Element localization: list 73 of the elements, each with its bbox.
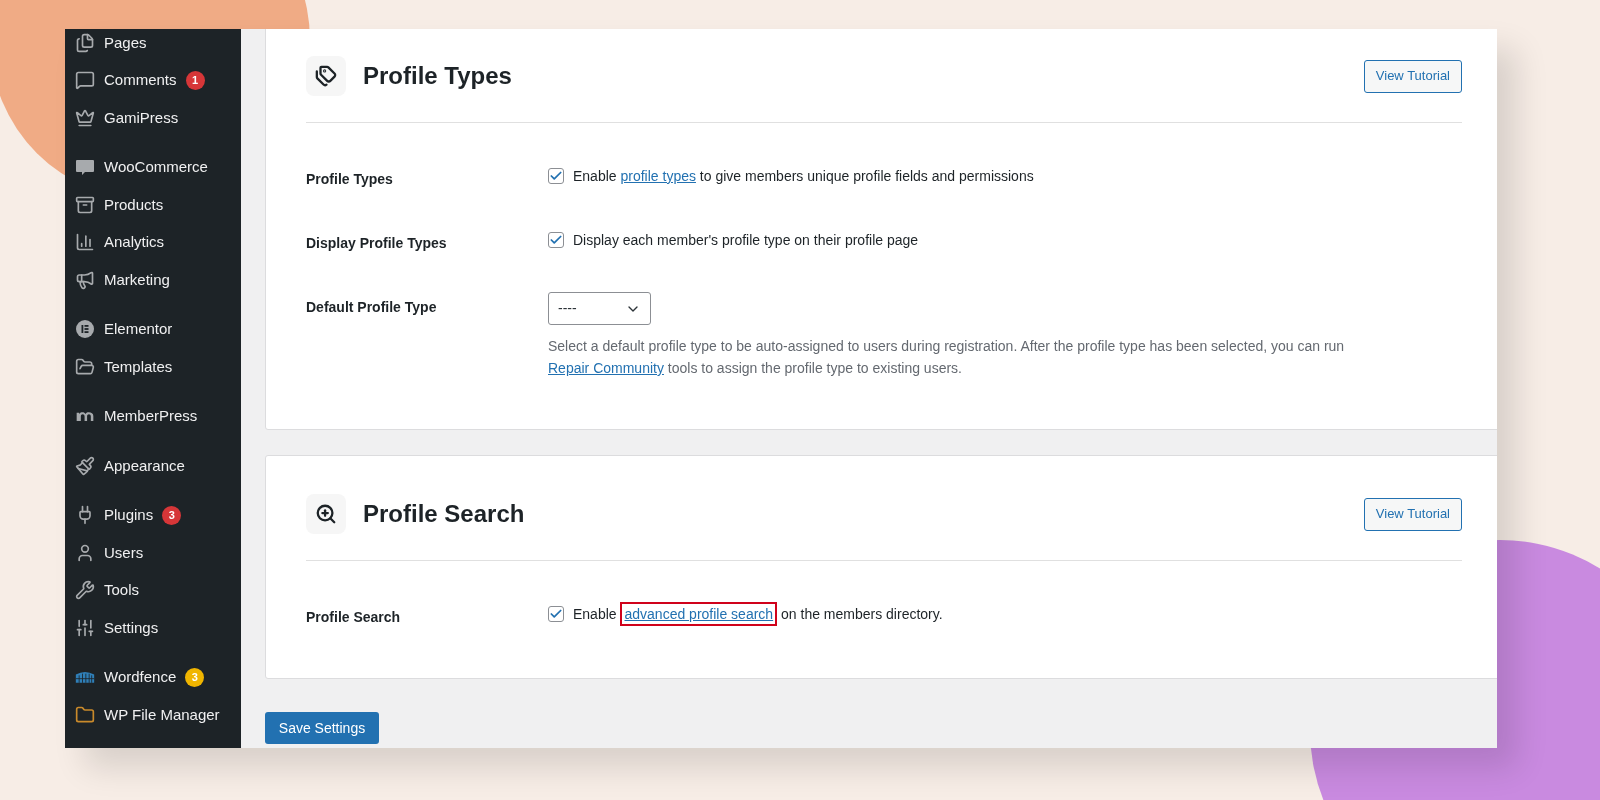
pages-icon [75,32,95,53]
sidebar-label: GamiPress [104,107,179,128]
sidebar-item[interactable]: Analytics [65,223,241,261]
sidebar-item[interactable]: Appearance [65,447,241,485]
sidebar-label: Pages [104,32,147,53]
sidebar-label: Elementor [104,319,173,339]
zoom-in-icon [306,494,346,534]
sidebar-label: Comments [104,70,177,90]
sidebar-item[interactable]: Comments 1 [65,61,241,99]
sidebar-item[interactable]: Products [65,186,241,224]
sidebar-item[interactable]: Pages [65,29,241,62]
sidebar-label: Wordfence [104,667,177,687]
paintbrush-icon [75,455,95,476]
sidebar-label: Products [104,194,164,215]
sliders-icon [75,617,95,638]
setting-label: Default Profile Type [306,298,438,317]
bar-chart-icon [75,232,95,253]
setting-description: Select a default profile type to be auto-assigned to users during registration. After the profile type has been selected, you can run Repair Community tools to assign the profile type to existing users. [548,337,1346,378]
sidebar-label: WooCommerce [104,157,208,177]
open-folder-icon [75,356,95,377]
archive-box-icon [75,194,95,215]
setting-label: Profile Search [306,608,402,627]
sidebar-label: MemberPress [104,406,198,426]
sidebar-item[interactable]: Tools [65,571,241,609]
inline-link[interactable]: profile types [620,167,696,184]
inline-link[interactable]: advanced profile search [620,602,778,626]
sidebar-item[interactable]: Marketing [65,261,241,299]
sidebar-label: Marketing [104,269,170,290]
wrench-icon [75,580,95,601]
sidebar-label: Plugins [104,505,154,525]
folder-icon [75,704,95,725]
speech-bubble-icon [75,70,95,91]
circle-logo-icon [75,319,95,340]
setting-description: Enable profile types to give members unique profile fields and permissions [573,166,1034,186]
sidebar-item[interactable]: Users [65,534,241,572]
checkbox[interactable] [548,232,564,248]
sidebar-item[interactable]: Wordfence 3 [65,658,241,696]
sidebar-item[interactable]: Plugins 3 [65,496,241,534]
user-icon [75,542,95,563]
sidebar-item[interactable]: Templates [65,348,241,386]
megaphone-icon [75,269,95,290]
sidebar-item[interactable]: Settings [65,609,241,647]
inline-link[interactable]: Repair Community [548,360,664,376]
setting-label: Display Profile Types [306,234,448,253]
sidebar-item[interactable]: GamiPress [65,99,241,137]
sidebar-item[interactable]: Elementor [65,310,241,348]
section-title: Profile Types [363,61,512,91]
sidebar-item[interactable]: WP File Manager [65,696,241,734]
sidebar-label: Analytics [104,232,165,252]
sidebar-label: Appearance [104,455,185,476]
count-badge: 1 [185,70,205,90]
sidebar-label: WP File Manager [104,704,220,725]
checkbox[interactable] [548,606,564,622]
setting-description: Display each member's profile type on their profile page [573,230,919,250]
checkbox[interactable] [548,168,564,184]
view-tutorial-button[interactable]: View Tutorial [1363,59,1462,93]
count-badge: 3 [162,505,182,525]
sidebar-label: Settings [104,617,159,638]
crown-icon [75,107,95,128]
sidebar-label: Tools [104,580,140,600]
count-badge: 3 [185,667,205,687]
speech-bubble-icon [75,157,95,178]
section-title: Profile Search [363,499,525,529]
view-tutorial-button[interactable]: View Tutorial [1363,497,1462,531]
setting-label: Profile Types [306,170,394,189]
setting-description: Enable advanced profile search on the members directory. [573,602,943,626]
sidebar-item[interactable]: WooCommerce [65,148,241,186]
dropdown-select[interactable]: ---- [548,292,651,325]
save-settings-button[interactable]: Save Settings [265,712,379,744]
sidebar-item[interactable]: MemberPress [65,397,241,435]
sidebar-label: Templates [104,356,173,377]
sidebar-label: Users [104,542,144,563]
tags-icon [306,56,346,96]
